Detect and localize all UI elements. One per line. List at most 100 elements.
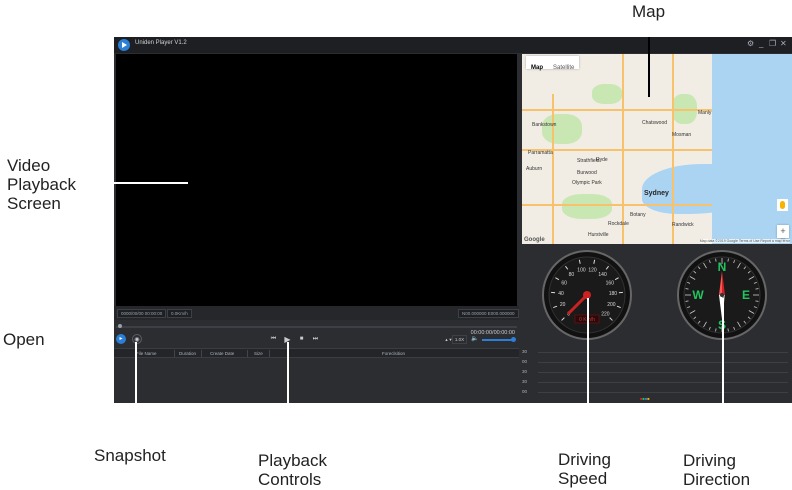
map-suburb-label: Mosman: [672, 132, 692, 138]
progress-bar[interactable]: [116, 326, 517, 328]
gear-icon[interactable]: ⚙: [747, 39, 754, 49]
map-suburb-label: Chatswood: [642, 120, 668, 126]
stop-icon[interactable]: ■: [297, 335, 306, 344]
compass-tick: [685, 288, 689, 290]
snapshot-button[interactable]: ◉: [132, 334, 142, 344]
map-suburb-label: Olympic Park: [572, 180, 602, 186]
app-title: Uniden Player V1.2: [135, 40, 187, 46]
speed-tick-label: 140: [598, 272, 607, 278]
speed-select[interactable]: 1.0X: [452, 335, 467, 344]
callout-direction-line2: Direction: [683, 470, 751, 489]
app-logo-icon: [118, 39, 130, 51]
speed-readout: 0.0Km/h: [167, 309, 192, 318]
col-file-name[interactable]: File Name: [136, 350, 157, 357]
map-suburb-label: Manly: [698, 110, 712, 116]
restore-button[interactable]: ❐: [769, 39, 776, 49]
callout-direction: Driving Direction: [683, 451, 750, 489]
street-view-pegman-icon[interactable]: [777, 199, 788, 211]
callout-map: Map: [632, 2, 666, 21]
graph-axis-label: 30: [522, 369, 528, 374]
map-suburb-label: Rockdale: [608, 221, 629, 227]
info-bar: 0000/00/00 00:00:00 0.0Km/h N00.000000 E…: [114, 306, 519, 320]
col-divider: [247, 350, 248, 357]
compass-tick: [755, 288, 759, 290]
gauge-panel: 020406080100120140160180200220 0 Km/h N …: [520, 246, 792, 403]
compass-west: W: [692, 288, 704, 302]
col-create-date[interactable]: Create Date: [210, 350, 234, 357]
compass-tick: [755, 300, 759, 302]
map-road: [522, 109, 712, 111]
map-road: [522, 204, 712, 206]
col-size[interactable]: Size: [254, 350, 263, 357]
pointer-line-map: [648, 37, 650, 97]
speed-tick-label: 120: [588, 268, 597, 274]
map-road: [552, 94, 554, 244]
col-divider: [269, 350, 270, 357]
app-window: Uniden Player V1.2 ⚙ _ ❐ ✕ 0000/00/00 00…: [114, 37, 792, 403]
callout-speed-line1: Driving: [558, 450, 611, 469]
graph-axis-label: 30: [522, 349, 528, 354]
pointer-line-video: [114, 182, 188, 184]
map-park: [542, 114, 582, 144]
speed-tick-label: 200: [607, 302, 616, 308]
speed-tick-label: 160: [606, 281, 615, 287]
pointer-line-speed: [587, 298, 589, 404]
speed-tick-label: 100: [577, 268, 586, 274]
datetime-readout: 0000/00/00 00:00:00: [117, 309, 167, 318]
close-button[interactable]: ✕: [780, 39, 787, 49]
progress-handle[interactable]: [118, 324, 122, 328]
compass-tick: [685, 300, 689, 302]
speed-tick-label: 40: [558, 291, 564, 297]
compass-tick: [727, 258, 729, 262]
playback-controls: 00:00:00/00:00:00 ▸ ◉ ⏮ ▶ ■ ⏭ ▲▼ 1.0X 🔈: [114, 320, 519, 348]
callout-playback-line1: Playback: [258, 451, 327, 470]
graph-gridline: [538, 372, 788, 373]
callout-speed-line2: Speed: [558, 469, 608, 488]
volume-slider[interactable]: [482, 339, 513, 341]
map-suburb-label: Auburn: [526, 166, 543, 172]
map-ocean: [712, 54, 792, 244]
graph-axis-label: 30: [522, 379, 528, 384]
map-road: [672, 54, 674, 244]
callout-open: Open: [3, 330, 45, 349]
map-attribution[interactable]: Map data ©2019 Google Terms of Use Repor…: [699, 239, 790, 243]
map-tab-satellite[interactable]: Satellite: [548, 62, 579, 75]
map-suburb-label: Hurstville: [588, 232, 609, 238]
open-button[interactable]: ▸: [116, 334, 126, 344]
skip-back-icon[interactable]: ⏮: [269, 335, 278, 344]
compass-tick: [727, 328, 729, 332]
graph-axis-label: 00: [522, 359, 528, 364]
map-panel[interactable]: Map Satellite Sydney Bankstown Parramatta…: [522, 54, 792, 244]
callout-playback-line2: Controls: [258, 470, 322, 489]
skip-forward-icon[interactable]: ⏭: [311, 335, 320, 344]
minimize-button[interactable]: _: [759, 39, 763, 49]
file-table-body[interactable]: [114, 358, 519, 403]
col-duration[interactable]: Duration: [179, 350, 196, 357]
map-suburb-label: Botany: [630, 212, 646, 218]
compass-tick: [715, 328, 717, 332]
compass-hub: [720, 293, 724, 297]
map-suburb-label: Burwood: [577, 170, 597, 176]
map-suburb-label: Parramatta: [528, 150, 553, 156]
map-tab-map[interactable]: Map: [526, 62, 548, 75]
google-logo: Google: [524, 237, 545, 243]
callout-snapshot: Snapshot: [94, 446, 166, 465]
map-park: [562, 194, 612, 219]
video-playback-screen[interactable]: [116, 54, 517, 306]
pointer-line-playback: [287, 342, 289, 404]
callout-video: Video Playback Screen: [7, 156, 76, 213]
compass-east: E: [742, 288, 750, 302]
file-table-header: File Name Duration Create Date Size Fore…: [114, 348, 519, 358]
compass-tick: [715, 258, 717, 262]
callout-direction-line1: Driving: [683, 451, 736, 470]
pointer-line-snapshot: [135, 342, 137, 404]
speed-tick-label: 80: [569, 272, 575, 278]
col-position[interactable]: Foreclsition: [382, 350, 405, 357]
callout-video-line2: Playback: [7, 175, 76, 194]
volume-knob[interactable]: [511, 337, 516, 342]
speed-tick-label: 60: [561, 281, 567, 287]
callout-playback: Playback Controls: [258, 451, 327, 489]
graph-gridline: [538, 352, 788, 353]
title-bar: Uniden Player V1.2 ⚙ _ ❐ ✕: [114, 37, 792, 53]
volume-icon[interactable]: 🔈: [471, 335, 478, 342]
